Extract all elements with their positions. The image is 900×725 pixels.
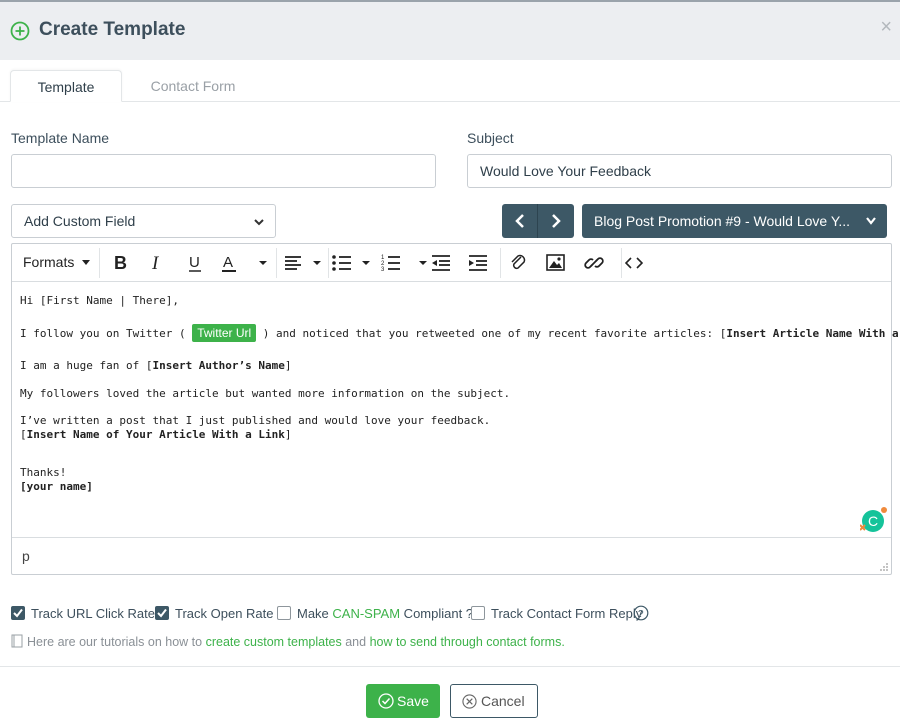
tab-contact-form[interactable]: Contact Form	[138, 70, 248, 102]
save-button[interactable]: Save	[366, 684, 440, 718]
indent-icon[interactable]	[468, 251, 488, 275]
body-line: I’ve written a post that I just publishe…	[20, 414, 491, 427]
toolbar-separator	[99, 248, 100, 278]
body-line: My followers loved the article but wante…	[20, 387, 511, 400]
checkbox-checked-icon	[155, 606, 169, 620]
close-circle-icon	[462, 694, 477, 709]
add-circle-icon	[10, 21, 30, 41]
footer-divider	[0, 666, 900, 667]
body-line: Thanks!	[20, 466, 67, 479]
chevron-left-icon	[515, 214, 524, 228]
tab-bar: Template Contact Form	[0, 70, 900, 102]
element-path: p	[22, 548, 30, 564]
dialog-title: Create Template	[39, 19, 186, 40]
svg-text:3: 3	[381, 267, 385, 273]
template-name-input[interactable]	[11, 154, 436, 188]
underline-icon[interactable]: U	[187, 251, 203, 275]
twitter-url-tag[interactable]: Twitter Url	[192, 324, 257, 342]
caret-down-icon	[82, 260, 91, 265]
chevron-down-icon	[866, 217, 876, 225]
outdent-icon[interactable]	[431, 251, 451, 275]
body-line: I am a huge fan of [Insert Author’s Name…	[20, 359, 292, 372]
add-custom-field-label: Add Custom Field	[24, 213, 136, 229]
editor-toolbar: Formats B I U A 123	[12, 244, 891, 282]
bold-icon[interactable]: B	[113, 251, 129, 275]
checkbox-unchecked-icon	[471, 606, 485, 620]
attachment-icon[interactable]	[509, 251, 527, 275]
svg-text:I: I	[151, 253, 160, 274]
numbered-list-icon[interactable]: 123	[380, 251, 430, 275]
body-line: [Insert Name of Your Article With a Link…	[20, 428, 292, 441]
toolbar-separator	[621, 248, 622, 278]
template-select[interactable]: Blog Post Promotion #9 - Would Love Y...	[582, 204, 887, 238]
formats-label: Formats	[23, 254, 75, 270]
template-select-value: Blog Post Promotion #9 - Would Love Y...	[594, 213, 851, 229]
send-through-contact-forms-link[interactable]: how to send through contact forms	[370, 635, 562, 649]
body-line: Hi [First Name | There],	[20, 294, 179, 307]
svg-text:A: A	[223, 254, 233, 271]
text-color-icon[interactable]: A	[222, 251, 272, 275]
dialog-header: Create Template ×	[0, 2, 900, 60]
can-spam-link[interactable]: CAN-SPAM	[332, 606, 400, 621]
subject-input[interactable]	[467, 154, 892, 188]
chevron-down-icon	[254, 219, 264, 226]
tab-template[interactable]: Template	[10, 70, 122, 102]
image-icon[interactable]	[546, 251, 566, 275]
next-template-button[interactable]	[538, 204, 574, 238]
body-line: I follow you on Twitter ( Twitter Url ) …	[20, 324, 900, 342]
check-circle-icon	[378, 693, 394, 709]
source-code-icon[interactable]	[625, 251, 643, 275]
svg-text:?: ?	[638, 609, 644, 620]
toolbar-separator	[500, 248, 501, 278]
add-custom-field-select[interactable]: Add Custom Field	[11, 204, 276, 238]
checkbox-checked-icon	[11, 606, 25, 620]
italic-icon[interactable]: I	[150, 251, 166, 275]
subject-label: Subject	[467, 130, 514, 146]
close-icon[interactable]: ×	[880, 16, 892, 39]
link-icon[interactable]	[584, 251, 604, 275]
template-nav-group	[502, 204, 574, 238]
help-icon[interactable]: ?	[633, 605, 649, 621]
body-line: [your name]	[20, 480, 93, 493]
chevron-right-icon	[552, 214, 561, 228]
align-left-icon[interactable]	[275, 251, 325, 275]
resize-handle-icon[interactable]	[879, 562, 889, 572]
template-name-label: Template Name	[11, 130, 110, 146]
svg-text:C: C	[868, 513, 878, 529]
previous-template-button[interactable]	[502, 204, 538, 238]
formats-dropdown[interactable]: Formats	[23, 254, 91, 278]
cancel-button[interactable]: Cancel	[450, 684, 538, 718]
book-icon	[11, 634, 23, 648]
grammar-checker-icon[interactable]: C	[860, 506, 890, 536]
create-custom-templates-link[interactable]: create custom templates	[206, 635, 342, 649]
svg-text:B: B	[114, 253, 127, 273]
checkbox-unchecked-icon	[277, 606, 291, 620]
editor-statusbar: p	[12, 537, 891, 574]
bullet-list-icon[interactable]	[329, 251, 379, 275]
svg-text:U: U	[189, 254, 200, 271]
tutorial-note: Here are our tutorials on how to create …	[11, 634, 565, 649]
rich-text-editor: Formats B I U A 123 Hi [First Name | The…	[11, 243, 900, 575]
